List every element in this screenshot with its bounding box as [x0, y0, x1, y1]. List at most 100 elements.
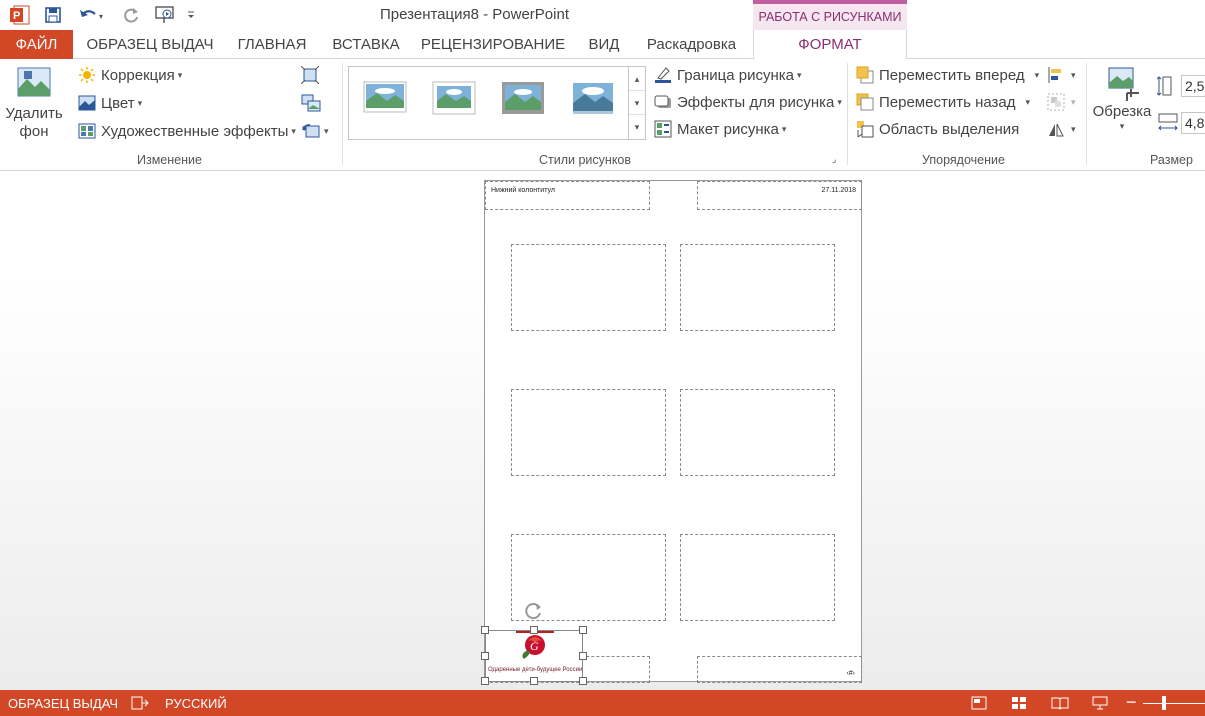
- selection-pane-icon: [857, 121, 874, 138]
- rotate-button[interactable]: ▾: [1047, 120, 1076, 138]
- resize-handle[interactable]: [530, 677, 538, 685]
- page-number-placeholder[interactable]: ‹#›: [697, 656, 862, 683]
- slideshow-view-icon[interactable]: [1092, 695, 1108, 711]
- artistic-effects-icon: [78, 123, 96, 139]
- picture-effects-icon: [654, 95, 671, 108]
- rotate-icon: [1049, 123, 1064, 137]
- customize-qat-icon[interactable]: [184, 3, 198, 27]
- group-objects-button[interactable]: ▾: [1047, 93, 1076, 111]
- picture-style-2[interactable]: [432, 81, 476, 115]
- gallery-more[interactable]: ▾: [629, 115, 645, 139]
- zoom-out-button[interactable]: −: [1126, 692, 1137, 713]
- editing-area: Нижний колонтитул 27.11.2018 ‹#› G Одаре…: [0, 172, 1205, 690]
- slide-sorter-icon[interactable]: [1011, 695, 1027, 711]
- tab-file[interactable]: ФАЙЛ: [0, 30, 73, 59]
- send-backward-label: Переместить назад: [879, 93, 1016, 111]
- language-label[interactable]: РУССКИЙ: [165, 696, 227, 711]
- chevron-down-icon: ▾: [1071, 96, 1076, 107]
- send-backward-button[interactable]: Переместить назад ▾: [856, 93, 1030, 111]
- artistic-effects-button[interactable]: Художественные эффекты ▾: [78, 122, 296, 140]
- slide-placeholder-2[interactable]: [680, 244, 835, 331]
- picture-style-3[interactable]: [501, 81, 545, 115]
- picture-layout-icon: [654, 120, 672, 138]
- tab-insert[interactable]: ВСТАВКА: [325, 30, 407, 59]
- handout-master-page[interactable]: Нижний колонтитул 27.11.2018 ‹#› G Одаре…: [481, 180, 862, 685]
- picture-styles-group-label: Стили рисунков: [539, 153, 632, 167]
- dialog-launcher-icon[interactable]: ⌟: [832, 154, 836, 165]
- header-placeholder[interactable]: Нижний колонтитул: [485, 181, 650, 210]
- tab-format[interactable]: ФОРМАТ: [753, 30, 907, 60]
- sun-icon: [79, 67, 95, 83]
- corrections-button[interactable]: Коррекция ▾: [78, 66, 182, 84]
- width-icon: [1157, 112, 1179, 134]
- color-button[interactable]: Цвет ▾: [78, 94, 142, 112]
- selected-logo-picture[interactable]: G Одаренные дети-будущее России: [485, 630, 583, 682]
- compress-pictures-button[interactable]: [301, 66, 319, 84]
- change-picture-button[interactable]: [301, 94, 321, 112]
- resize-handle[interactable]: [530, 626, 538, 634]
- zoom-slider-thumb[interactable]: [1162, 696, 1166, 710]
- selection-pane-button[interactable]: Область выделения: [856, 120, 1019, 138]
- group-separator: [847, 63, 848, 165]
- picture-effects-button[interactable]: Эффекты для рисунка ▾: [654, 93, 842, 111]
- chevron-down-icon: ▾: [291, 125, 296, 136]
- date-placeholder[interactable]: 27.11.2018: [697, 181, 862, 210]
- chevron-down-icon: ▾: [324, 125, 329, 136]
- reset-picture-button[interactable]: ▾: [301, 122, 329, 140]
- slide-placeholder-3[interactable]: [511, 389, 666, 476]
- remove-background-icon: [17, 67, 51, 97]
- gallery-scroll-down[interactable]: ▾: [629, 91, 645, 115]
- status-bar: ОБРАЗЕЦ ВЫДАЧ РУССКИЙ −: [0, 690, 1205, 716]
- artistic-effects-label: Художественные эффекты: [101, 122, 289, 140]
- picture-style-1[interactable]: [363, 81, 407, 115]
- tab-handout-master[interactable]: ОБРАЗЕЦ ВЫДАЧ: [81, 30, 219, 59]
- resize-handle[interactable]: [481, 652, 489, 660]
- slide-placeholder-1[interactable]: [511, 244, 666, 331]
- slide-placeholder-6[interactable]: [680, 534, 835, 621]
- rose-logo-icon: G: [516, 631, 554, 659]
- gallery-scroll[interactable]: ▴ ▾ ▾: [628, 67, 645, 139]
- resize-handle[interactable]: [579, 652, 587, 660]
- resize-handle[interactable]: [579, 677, 587, 685]
- svg-text:P: P: [13, 10, 20, 22]
- spelling-check-icon[interactable]: [131, 695, 149, 711]
- resize-handle[interactable]: [579, 626, 587, 634]
- undo-icon[interactable]: ▾: [76, 3, 108, 27]
- crop-label: Обрезка: [1092, 103, 1152, 120]
- picture-layout-button[interactable]: Макет рисунка ▾: [654, 120, 786, 138]
- picture-styles-gallery[interactable]: ▴ ▾ ▾: [348, 66, 646, 140]
- redo-icon[interactable]: [120, 3, 142, 27]
- rotate-handle-icon[interactable]: [524, 601, 544, 621]
- notes-view-icon[interactable]: [971, 695, 987, 711]
- date-text: 27.11.2018: [821, 187, 856, 194]
- pen-icon: [655, 67, 671, 83]
- picture-tools-label: РАБОТА С РИСУНКАМИ: [758, 10, 902, 24]
- gallery-scroll-up[interactable]: ▴: [629, 67, 645, 91]
- picture-color-icon: [78, 95, 96, 111]
- chevron-down-icon: ▾: [177, 69, 183, 80]
- width-input[interactable]: 4,88: [1181, 112, 1205, 134]
- align-button[interactable]: ▾: [1047, 66, 1076, 84]
- save-icon[interactable]: [42, 3, 64, 27]
- tab-review[interactable]: РЕЦЕНЗИРОВАНИЕ: [418, 30, 568, 59]
- height-input[interactable]: 2,59: [1181, 75, 1205, 97]
- chevron-down-icon: ▾: [1071, 123, 1076, 134]
- zoom-slider-track[interactable]: [1143, 703, 1205, 704]
- reading-view-icon[interactable]: [1051, 695, 1069, 711]
- picture-border-button[interactable]: Граница рисунка ▾: [654, 66, 802, 84]
- crop-button[interactable]: Обрезка ▾: [1091, 65, 1153, 145]
- bring-forward-button[interactable]: Переместить вперед ▾: [856, 66, 1039, 84]
- tab-storyboard[interactable]: Раскадровка: [640, 30, 743, 59]
- slideshow-from-start-icon[interactable]: [152, 3, 178, 27]
- remove-background-button[interactable]: Удалить фон: [4, 65, 64, 151]
- slide-placeholder-4[interactable]: [680, 389, 835, 476]
- group-separator: [1086, 63, 1087, 165]
- resize-handle[interactable]: [481, 677, 489, 685]
- tab-home[interactable]: ГЛАВНАЯ: [229, 30, 315, 59]
- picture-style-4[interactable]: [571, 81, 615, 115]
- height-icon: [1157, 75, 1177, 97]
- resize-handle[interactable]: [481, 626, 489, 634]
- size-group-label: Размер: [1150, 153, 1193, 167]
- tab-view[interactable]: ВИД: [579, 30, 629, 59]
- ribbon-tabs: ФАЙЛ ОБРАЗЕЦ ВЫДАЧ ГЛАВНАЯ ВСТАВКА РЕЦЕН…: [0, 30, 1205, 60]
